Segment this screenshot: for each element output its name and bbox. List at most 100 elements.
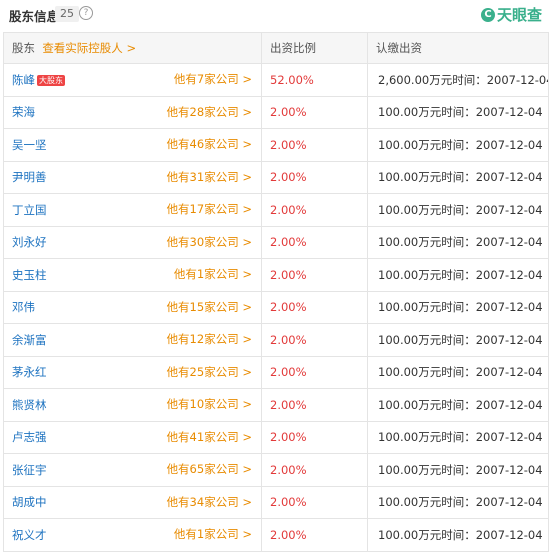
column-header-ratio: 出资比例 (261, 32, 368, 64)
other-companies-link[interactable]: 他有65家公司 > (167, 454, 252, 485)
ratio-cell: 2.00% (261, 193, 368, 227)
ratio-cell: 2.00% (261, 128, 368, 162)
capital-cell: 2,600.00万元时间：2007-12-04 (367, 63, 549, 97)
capital-cell: 100.00万元时间：2007-12-04 (367, 323, 549, 357)
panel-title: 股东信息 (9, 9, 60, 24)
view-controller-link[interactable]: 查看实际控股人 > (42, 41, 136, 55)
other-companies-link[interactable]: 他有10家公司 > (167, 389, 252, 420)
shareholder-cell: 吴一坚 他有46家公司 > (3, 128, 262, 162)
table-row: 熊贤林 他有10家公司 > 2.00% 100.00万元时间：2007-12-04 (3, 388, 549, 422)
shareholder-name-link[interactable]: 刘永好 (12, 235, 47, 249)
shareholder-name-link[interactable]: 祝义才 (12, 528, 47, 542)
other-companies-link[interactable]: 他有31家公司 > (167, 162, 252, 193)
ratio-cell: 2.00% (261, 95, 368, 129)
shareholder-cell: 熊贤林 他有10家公司 > (3, 388, 262, 422)
ratio-cell: 2.00% (261, 225, 368, 259)
ratio-cell: 2.00% (261, 323, 368, 357)
tianyancha-logo[interactable]: C 天眼查 (480, 4, 542, 25)
table-row: 陈峰 大股东 他有7家公司 > 52.00% 2,600.00万元时间：2007-12-… (3, 63, 549, 97)
table-row: 祝义才 他有1家公司 > 2.00% 100.00万元时间：2007-12-04 (3, 518, 549, 552)
capital-cell: 100.00万元时间：2007-12-04 (367, 258, 549, 292)
logo-text: 天眼查 (496, 6, 542, 24)
capital-cell: 100.00万元时间：2007-12-04 (367, 225, 549, 259)
table-row: 邓伟 他有15家公司 > 2.00% 100.00万元时间：2007-12-04 (3, 290, 549, 324)
shareholder-name-link[interactable]: 丁立国 (12, 203, 47, 217)
shareholder-cell: 茅永红 他有25家公司 > (3, 355, 262, 389)
table-row: 尹明善 他有31家公司 > 2.00% 100.00万元时间：2007-12-04 (3, 160, 549, 194)
shareholder-name-link[interactable]: 荣海 (12, 105, 35, 119)
shareholder-name-link[interactable]: 张征宇 (12, 463, 47, 477)
major-shareholder-badge: 大股东 (37, 74, 65, 86)
capital-cell: 100.00万元时间：2007-12-04 (367, 420, 549, 454)
table-header-row: 股东 查看实际控股人 > 出资比例 认缴出资 (3, 32, 549, 64)
other-companies-link[interactable]: 他有46家公司 > (167, 129, 252, 160)
shareholder-name-link[interactable]: 吴一坚 (12, 138, 47, 152)
shareholder-cell: 史玉柱 他有1家公司 > (3, 258, 262, 292)
shareholder-name-link[interactable]: 卢志强 (12, 430, 47, 444)
shareholder-count-badge: 25 (55, 6, 79, 22)
other-companies-link[interactable]: 他有25家公司 > (167, 357, 252, 388)
other-companies-link[interactable]: 他有17家公司 > (167, 194, 252, 225)
capital-cell: 100.00万元时间：2007-12-04 (367, 128, 549, 162)
ratio-cell: 2.00% (261, 160, 368, 194)
shareholder-name-link[interactable]: 史玉柱 (12, 268, 47, 282)
capital-cell: 100.00万元时间：2007-12-04 (367, 95, 549, 129)
table-row: 刘永好 他有30家公司 > 2.00% 100.00万元时间：2007-12-04 (3, 225, 549, 259)
shareholder-cell: 张征宇 他有65家公司 > (3, 453, 262, 487)
capital-cell: 100.00万元时间：2007-12-04 (367, 160, 549, 194)
table-row: 丁立国 他有17家公司 > 2.00% 100.00万元时间：2007-12-04 (3, 193, 549, 227)
ratio-cell: 52.00% (261, 63, 368, 97)
shareholder-name-link[interactable]: 余渐富 (12, 333, 47, 347)
shareholder-name-link[interactable]: 茅永红 (12, 365, 47, 379)
other-companies-link[interactable]: 他有41家公司 > (167, 422, 252, 453)
shareholder-name-link[interactable]: 熊贤林 (12, 398, 47, 412)
shareholder-cell: 荣海 他有28家公司 > (3, 95, 262, 129)
column-header-capital: 认缴出资 (367, 32, 549, 64)
ratio-cell: 2.00% (261, 453, 368, 487)
table-row: 史玉柱 他有1家公司 > 2.00% 100.00万元时间：2007-12-04 (3, 258, 549, 292)
other-companies-link[interactable]: 他有30家公司 > (167, 227, 252, 258)
shareholder-cell: 胡成中 他有34家公司 > (3, 485, 262, 519)
table-row: 吴一坚 他有46家公司 > 2.00% 100.00万元时间：2007-12-04 (3, 128, 549, 162)
table-row: 荣海 他有28家公司 > 2.00% 100.00万元时间：2007-12-04 (3, 95, 549, 129)
other-companies-link[interactable]: 他有28家公司 > (167, 97, 252, 128)
other-companies-link[interactable]: 他有15家公司 > (167, 292, 252, 323)
ratio-cell: 2.00% (261, 258, 368, 292)
capital-cell: 100.00万元时间：2007-12-04 (367, 518, 549, 552)
shareholder-panel: 股东信息 25 ? C 天眼查 股东 查看实际控股人 > 出资比例 认缴出资 陈… (0, 0, 550, 552)
shareholder-cell: 陈峰 大股东 他有7家公司 > (3, 63, 262, 97)
ratio-cell: 2.00% (261, 518, 368, 552)
table-row: 余渐富 他有12家公司 > 2.00% 100.00万元时间：2007-12-04 (3, 323, 549, 357)
shareholder-name-link[interactable]: 胡成中 (12, 495, 47, 509)
capital-cell: 100.00万元时间：2007-12-04 (367, 485, 549, 519)
other-companies-link[interactable]: 他有7家公司 > (174, 64, 252, 95)
column-header-shareholder: 股东 查看实际控股人 > (3, 32, 262, 64)
shareholder-cell: 尹明善 他有31家公司 > (3, 160, 262, 194)
shareholder-header-label: 股东 (12, 41, 35, 55)
ratio-cell: 2.00% (261, 290, 368, 324)
shareholder-cell: 余渐富 他有12家公司 > (3, 323, 262, 357)
shareholder-cell: 祝义才 他有1家公司 > (3, 518, 262, 552)
other-companies-link[interactable]: 他有34家公司 > (167, 487, 252, 518)
help-icon[interactable]: ? (79, 6, 93, 20)
other-companies-link[interactable]: 他有1家公司 > (174, 519, 252, 550)
shareholder-cell: 刘永好 他有30家公司 > (3, 225, 262, 259)
other-companies-link[interactable]: 他有1家公司 > (174, 259, 252, 290)
shareholder-table: 股东 查看实际控股人 > 出资比例 认缴出资 陈峰 大股东 他有7家公司 > 52.0… (3, 32, 549, 552)
table-row: 卢志强 他有41家公司 > 2.00% 100.00万元时间：2007-12-04 (3, 420, 549, 454)
capital-cell: 100.00万元时间：2007-12-04 (367, 355, 549, 389)
table-row: 张征宇 他有65家公司 > 2.00% 100.00万元时间：2007-12-04 (3, 453, 549, 487)
ratio-cell: 2.00% (261, 420, 368, 454)
capital-cell: 100.00万元时间：2007-12-04 (367, 290, 549, 324)
capital-cell: 100.00万元时间：2007-12-04 (367, 453, 549, 487)
shareholder-cell: 丁立国 他有17家公司 > (3, 193, 262, 227)
shareholder-name-link[interactable]: 陈峰 (12, 73, 35, 87)
other-companies-link[interactable]: 他有12家公司 > (167, 324, 252, 355)
shareholder-name-link[interactable]: 尹明善 (12, 170, 47, 184)
ratio-cell: 2.00% (261, 485, 368, 519)
shareholder-cell: 邓伟 他有15家公司 > (3, 290, 262, 324)
table-row: 胡成中 他有34家公司 > 2.00% 100.00万元时间：2007-12-04 (3, 485, 549, 519)
logo-mark-icon: C (480, 7, 495, 22)
shareholder-name-link[interactable]: 邓伟 (12, 300, 35, 314)
ratio-cell: 2.00% (261, 388, 368, 422)
